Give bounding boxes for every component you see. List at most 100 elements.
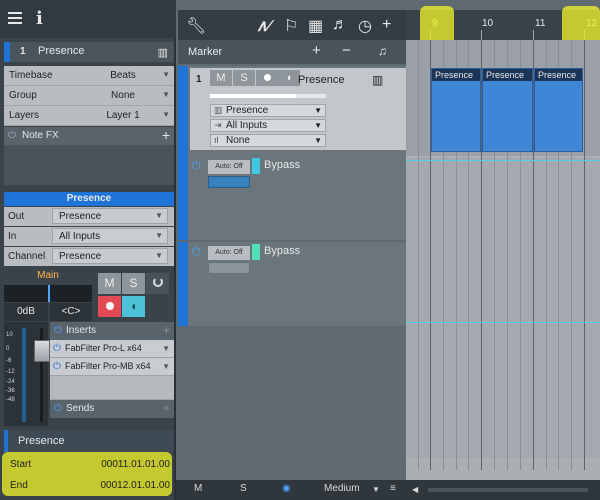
mute-button[interactable]: M <box>98 273 121 294</box>
clip-name: Presence <box>432 69 480 81</box>
add-insert-button[interactable]: + <box>163 323 170 337</box>
global-solo-button[interactable]: S <box>240 483 247 494</box>
automation-value-bar[interactable] <box>208 176 250 188</box>
power-icon[interactable]: ⏻ <box>53 343 61 354</box>
volume-readout[interactable]: 0dB <box>4 303 48 321</box>
clip-name: Presence <box>483 69 532 81</box>
power-icon[interactable]: ⏻ <box>53 361 61 372</box>
info-icon[interactable]: i <box>36 8 43 29</box>
solo-button[interactable]: S <box>122 273 145 294</box>
inserts-header[interactable]: ⏻ Inserts + <box>50 322 174 340</box>
automation-param-name: Bypass <box>264 159 301 171</box>
power-icon[interactable]: ⏻ <box>54 403 62 414</box>
end-value[interactable]: 00012.01.01.00 <box>100 480 170 491</box>
scroll-left-icon[interactable]: ◀ <box>412 485 418 494</box>
record-arm-button[interactable] <box>98 296 121 317</box>
inspector-toolbar: i <box>0 0 176 38</box>
event-start-row[interactable]: Start 00011.01.01.00 <box>4 455 174 474</box>
automation-curve[interactable] <box>406 160 600 161</box>
global-mute-button[interactable]: M <box>194 483 202 494</box>
pan-slider[interactable] <box>4 285 92 302</box>
insert-slot[interactable]: ⏻ FabFilter Pro-L x64 ▼ <box>50 340 174 358</box>
automation-track[interactable]: ⏻ Auto: Off Bypass <box>178 242 406 326</box>
channel-select[interactable]: ıl None ▼ <box>210 134 326 147</box>
pan-readout[interactable]: <C> <box>50 303 92 321</box>
channel-value: None <box>226 135 250 146</box>
chevron-down-icon[interactable]: ▼ <box>372 485 380 494</box>
output-row[interactable]: Out Presence ▼ <box>4 207 174 226</box>
track-mute-button[interactable]: M <box>210 70 232 86</box>
chevron-down-icon[interactable]: ▼ <box>162 362 170 371</box>
track-color-stripe <box>178 66 188 156</box>
track-monitor-button[interactable]: ◖ <box>278 70 300 86</box>
track-height-select[interactable]: Medium <box>324 483 360 494</box>
power-icon[interactable]: ⏻ <box>192 246 201 259</box>
event-name[interactable]: Presence <box>4 430 174 452</box>
instrument-clip[interactable]: Presence <box>534 68 583 152</box>
start-label: Start <box>10 459 32 470</box>
timebase-label: Timebase <box>9 70 53 81</box>
chevron-down-icon: ▼ <box>314 106 322 115</box>
remove-marker-button[interactable]: − <box>342 42 351 59</box>
instrument-clip[interactable]: Presence <box>431 68 481 152</box>
timebase-row[interactable]: Timebase Beats ▼ <box>4 66 174 86</box>
add-send-button[interactable]: + <box>163 401 170 415</box>
monitor-button[interactable]: ◖ <box>122 296 145 317</box>
input-select[interactable]: All Inputs ▼ <box>52 228 168 244</box>
start-value[interactable]: 00011.01.01.00 <box>101 459 170 470</box>
meter-scale-label: -12 <box>6 369 15 375</box>
instrument-clip[interactable]: Presence <box>482 68 533 152</box>
arrange-toolbar: 🔧︎ ∧∕ ⚐ ▦ ♬ ◷ + <box>178 10 406 40</box>
track-color-stripe <box>178 242 188 326</box>
track-solo-button[interactable]: S <box>233 70 255 86</box>
event-end-row[interactable]: End 00012.01.01.00 <box>4 476 174 495</box>
wrench-icon[interactable]: 🔧︎ <box>186 16 206 36</box>
input-select[interactable]: ⇥ All Inputs ▼ <box>210 119 326 132</box>
layers-row[interactable]: Layers Layer 1 ▼ <box>4 106 174 126</box>
power-icon[interactable]: ⏻ <box>192 160 201 173</box>
power-icon[interactable]: ⏻ <box>8 130 16 141</box>
instrument-select[interactable]: ▥ Presence ▼ <box>210 104 326 117</box>
instrument-track-header[interactable]: 1 M S ◖ Presence ▥ ▥ Presence ▼ ⇥ All In… <box>178 66 406 156</box>
add-note-fx-button[interactable]: + <box>162 127 170 143</box>
add-marker-button[interactable]: + <box>312 42 321 59</box>
add-track-icon[interactable]: + <box>382 16 391 34</box>
volume-fader[interactable] <box>34 340 50 362</box>
output-select[interactable]: Presence ▼ <box>52 208 168 224</box>
link-icon[interactable]: ◉ <box>282 483 291 494</box>
score-icon[interactable]: ♬ <box>332 16 348 34</box>
channel-row[interactable]: Channel Presence ▼ <box>4 247 174 266</box>
grid-icon[interactable]: ▦ <box>308 16 323 36</box>
group-label: Group <box>9 90 37 101</box>
note-icon[interactable]: ♫ <box>378 44 387 58</box>
automation-mode-button[interactable]: Auto: Off <box>208 160 250 174</box>
timeline[interactable]: 9 10 11 12 Presence <box>406 6 600 500</box>
plug-icon: ⇥ <box>214 120 222 130</box>
automation-icon[interactable]: ∧∕ <box>256 16 270 36</box>
automation-mode-button[interactable]: Auto: Off <box>208 246 250 260</box>
plugin-name: FabFilter Pro-L x64 <box>65 343 142 353</box>
inspector-track-header[interactable]: 1 Presence ▥ <box>4 42 174 62</box>
track-record-button[interactable] <box>256 70 278 86</box>
note-fx-header[interactable]: ⏻ Note FX + <box>4 127 174 145</box>
input-row[interactable]: In All Inputs ▼ <box>4 227 174 246</box>
flag-icon[interactable]: ⚐ <box>284 16 298 36</box>
group-row[interactable]: Group None ▼ <box>4 86 174 106</box>
clock-icon[interactable]: ◷ <box>358 16 372 36</box>
track-volume-slider[interactable] <box>210 94 326 98</box>
channel-select[interactable]: Presence ▼ <box>52 248 168 264</box>
automation-value-bar[interactable] <box>208 262 250 274</box>
menu-icon[interactable] <box>8 12 22 24</box>
monitor-knob[interactable] <box>146 273 169 294</box>
record-icon <box>263 74 271 81</box>
automation-curve[interactable] <box>406 322 600 323</box>
chevron-down-icon[interactable]: ▼ <box>162 344 170 353</box>
power-icon[interactable]: ⏻ <box>54 325 62 336</box>
list-icon[interactable]: ≡ <box>390 483 396 494</box>
meter-scale-label: -6 <box>6 358 12 364</box>
insert-slot[interactable]: ⏻ FabFilter Pro-MB x64 ▼ <box>50 358 174 376</box>
horizontal-scrollbar[interactable] <box>428 488 588 492</box>
studio-window: i 1 Presence ▥ Timebase Beats ▼ Group No… <box>0 0 600 500</box>
sends-header[interactable]: ⏻ Sends + <box>50 400 174 418</box>
automation-track[interactable]: ⏻ Auto: Off Bypass <box>178 156 406 240</box>
